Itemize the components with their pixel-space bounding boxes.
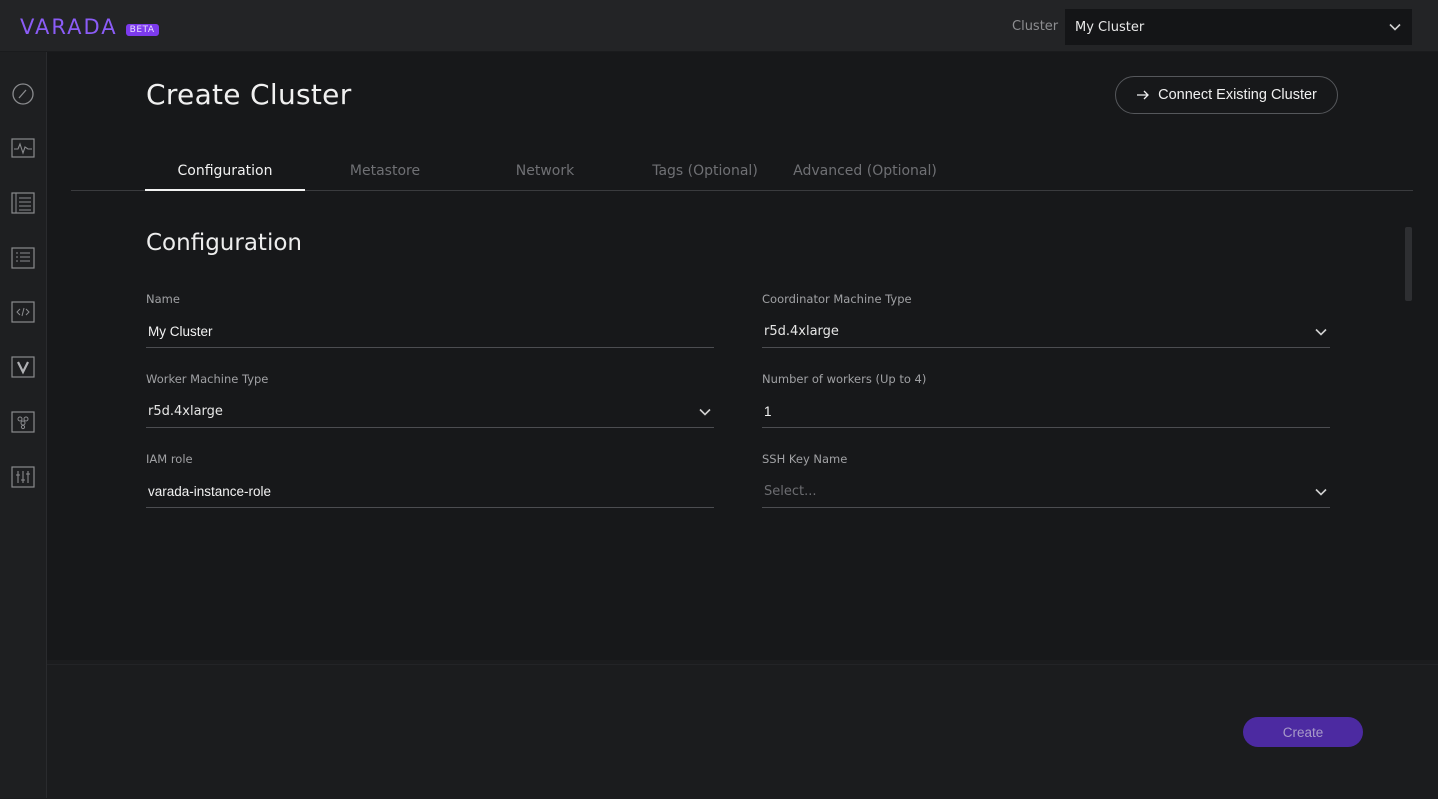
arrow-right-icon: [1136, 89, 1150, 101]
table-list-icon[interactable]: [11, 191, 35, 215]
coordinator-field: Coordinator Machine Type r5d.4xlarge: [762, 292, 1330, 348]
worker-label: Worker Machine Type: [146, 372, 269, 386]
tab-network[interactable]: Network: [465, 150, 625, 190]
list-icon[interactable]: [11, 246, 35, 270]
worker-field: Worker Machine Type r5d.4xlarge: [146, 372, 714, 428]
worker-value: r5d.4xlarge: [148, 404, 223, 419]
ssh-key-label: SSH Key Name: [762, 452, 848, 466]
workers-count-input[interactable]: 1: [762, 396, 1330, 428]
chevron-down-icon: [1388, 20, 1402, 34]
connect-existing-cluster-button[interactable]: Connect Existing Cluster: [1115, 76, 1338, 114]
cluster-select-value: My Cluster: [1075, 19, 1145, 35]
ssh-key-field: SSH Key Name Select...: [762, 452, 1330, 508]
cluster-label: Cluster: [1012, 19, 1059, 34]
iam-role-label: IAM role: [146, 452, 193, 466]
chevron-down-icon: [1314, 485, 1328, 499]
main-panel: Create Cluster Connect Existing Cluster …: [47, 52, 1438, 660]
varada-logo-icon[interactable]: [11, 355, 35, 379]
iam-role-value: varada-instance-role: [148, 484, 272, 499]
chevron-down-icon: [1314, 325, 1328, 339]
coordinator-value: r5d.4xlarge: [764, 324, 839, 339]
chevron-down-icon: [698, 405, 712, 419]
name-field: Name My Cluster: [146, 292, 714, 348]
iam-role-field: IAM role varada-instance-role: [146, 452, 714, 508]
workers-count-label: Number of workers (Up to 4): [762, 372, 927, 386]
workers-count-value: 1: [764, 404, 772, 419]
coordinator-select[interactable]: r5d.4xlarge: [762, 316, 1330, 348]
ssh-key-placeholder: Select...: [764, 484, 817, 499]
grapes-icon[interactable]: [11, 410, 35, 434]
create-button[interactable]: Create: [1243, 717, 1363, 747]
beta-badge: BETA: [125, 24, 159, 36]
tab-bar: Configuration Metastore Network Tags (Op…: [71, 150, 1413, 191]
name-value: My Cluster: [148, 324, 213, 339]
sliders-icon[interactable]: [11, 465, 35, 489]
connect-button-label: Connect Existing Cluster: [1158, 87, 1317, 103]
section-title: Configuration: [146, 230, 302, 256]
name-input[interactable]: My Cluster: [146, 316, 714, 348]
tab-advanced[interactable]: Advanced (Optional): [785, 150, 945, 190]
footer-bar: Create: [47, 664, 1438, 799]
name-label: Name: [146, 292, 180, 306]
tab-configuration[interactable]: Configuration: [145, 150, 305, 191]
iam-role-input[interactable]: varada-instance-role: [146, 476, 714, 508]
coordinator-label: Coordinator Machine Type: [762, 292, 912, 306]
worker-select[interactable]: r5d.4xlarge: [146, 396, 714, 428]
tab-metastore[interactable]: Metastore: [305, 150, 465, 190]
varada-logo[interactable]: VARADA BETA: [20, 15, 159, 39]
workers-count-field: Number of workers (Up to 4) 1: [762, 372, 1330, 428]
dashboard-gauge-icon[interactable]: [11, 82, 35, 106]
ssh-key-select[interactable]: Select...: [762, 476, 1330, 508]
code-icon[interactable]: [11, 300, 35, 324]
scrollbar-thumb[interactable]: [1405, 227, 1412, 301]
cluster-select[interactable]: My Cluster: [1065, 9, 1412, 45]
sidebar: [0, 52, 47, 798]
tab-tags[interactable]: Tags (Optional): [625, 150, 785, 190]
activity-monitor-icon[interactable]: [11, 136, 35, 160]
logo-text: VARADA: [20, 15, 118, 39]
top-bar: VARADA BETA Cluster My Cluster: [0, 0, 1438, 52]
page-title: Create Cluster: [146, 78, 352, 111]
